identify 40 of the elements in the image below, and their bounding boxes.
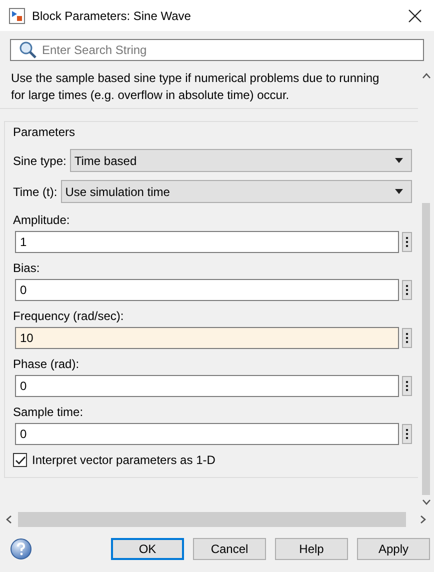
- more-button[interactable]: [402, 424, 412, 444]
- dialog-button[interactable]: OK: [111, 538, 184, 560]
- description-text: for large times (e.g. overflow in absolute time) occur.: [11, 87, 290, 104]
- dialog-button[interactable]: Help: [275, 538, 348, 560]
- more-button[interactable]: [402, 232, 412, 252]
- checkbox[interactable]: [13, 453, 27, 467]
- scroll-down-icon[interactable]: [422, 499, 430, 505]
- field-label: Sine type:: [13, 154, 66, 168]
- dialog-button[interactable]: Cancel: [193, 538, 266, 560]
- input-field[interactable]: 0: [15, 423, 399, 445]
- field-label: Phase (rad):: [13, 357, 80, 371]
- input-field[interactable]: 10: [15, 327, 399, 349]
- more-button[interactable]: [402, 280, 412, 300]
- caret-icon: [395, 189, 403, 194]
- scroll-right-icon[interactable]: [420, 514, 426, 524]
- input-field[interactable]: 1: [15, 231, 399, 253]
- checkbox-label: Interpret vector parameters as 1-D: [32, 453, 216, 467]
- input-field[interactable]: 0: [15, 279, 399, 301]
- field-label: Sample time:: [13, 405, 84, 419]
- caret-icon: [395, 158, 403, 163]
- dropdown[interactable]: Use simulation time: [61, 180, 412, 203]
- window-title: Block Parameters: Sine Wave: [32, 8, 192, 22]
- description-text: Use the sample based sine type if numerical problems due to running: [11, 70, 380, 87]
- close-icon[interactable]: [408, 8, 422, 22]
- input-field[interactable]: 0: [15, 375, 399, 397]
- field-label: Frequency (rad/sec):: [13, 309, 125, 323]
- scroll-up-icon[interactable]: [422, 73, 430, 79]
- search-field[interactable]: Enter Search String: [10, 39, 424, 61]
- field-label: Amplitude:: [13, 213, 71, 227]
- group-title: Parameters: [13, 125, 76, 139]
- dropdown[interactable]: Time based: [70, 149, 412, 172]
- field-label: Time (t):: [13, 184, 58, 198]
- help-icon[interactable]: [10, 538, 32, 560]
- dialog-button[interactable]: Apply: [357, 538, 430, 560]
- more-button[interactable]: [402, 328, 412, 348]
- scroll-left-icon[interactable]: [6, 514, 12, 524]
- more-button[interactable]: [402, 376, 412, 396]
- field-label: Bias:: [13, 261, 41, 275]
- block-icon: [9, 8, 25, 24]
- search-icon: [19, 41, 37, 59]
